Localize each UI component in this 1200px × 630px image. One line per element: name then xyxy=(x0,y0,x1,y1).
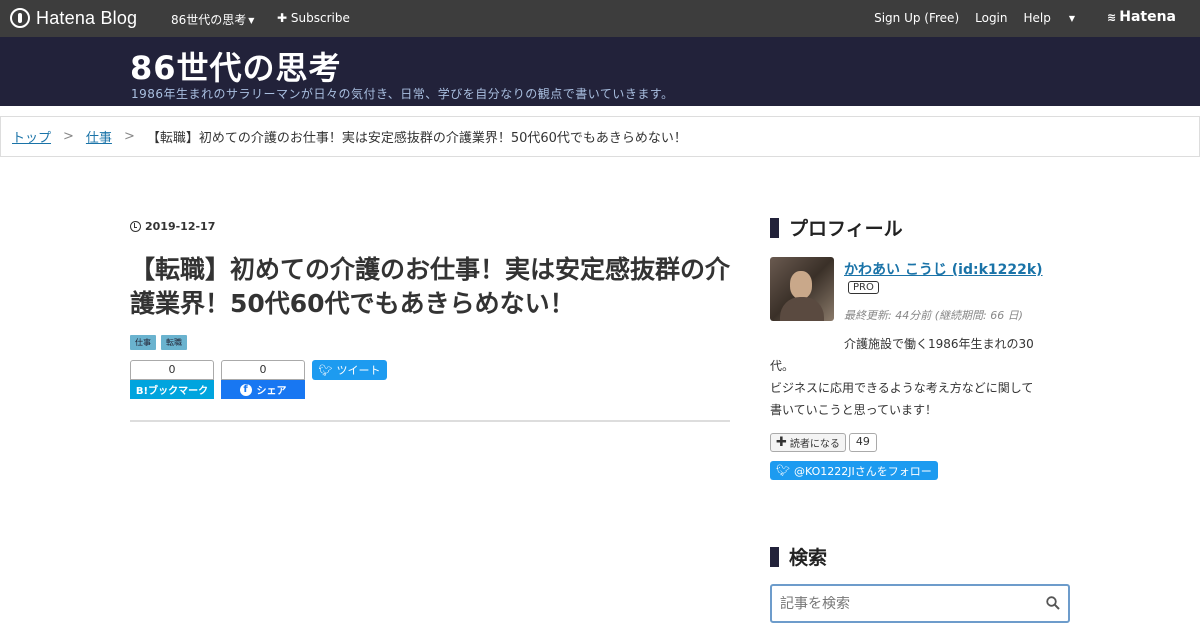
avatar-body xyxy=(780,297,824,321)
profile-name-link[interactable]: かわあい こうじ (id:k1222k) xyxy=(844,259,1043,279)
sidebar: プロフィール かわあい こうじ (id:k1222k) PRO 最終更新: 44… xyxy=(770,214,1070,623)
article: 2019-12-17 【転職】初めての介護のお仕事！実は安定感抜群の介護業界！5… xyxy=(130,220,730,399)
category-tag[interactable]: 転職 xyxy=(161,335,187,350)
share-buttons: 0 B!ブックマーク 0 f シェア 🐦︎ ツイート xyxy=(130,360,730,399)
hatena-blog-logo-icon xyxy=(10,8,30,28)
search-input[interactable] xyxy=(780,595,1040,612)
twitter-bird-icon: 🐦︎ xyxy=(318,363,333,377)
hatena-blog-logo[interactable]: Hatena Blog xyxy=(10,7,137,29)
hatena-bookmark-count: 0 xyxy=(130,360,214,380)
breadcrumb-separator: > xyxy=(123,129,135,144)
reader-subscribe-label: 読者になる xyxy=(789,439,840,450)
profile-meta: 最終更新: 44分前 (継続期間: 66 日) xyxy=(844,309,1023,322)
hatena-blog-logo-text: Hatena Blog xyxy=(36,7,138,28)
profile-desc-line: ビジネスに応用できるような考え方などに関して xyxy=(770,381,1034,395)
pro-badge: PRO xyxy=(848,281,879,294)
twitter-follow-label: @KO1222JIさんをフォロー xyxy=(793,464,932,478)
article-divider xyxy=(130,420,730,422)
subscribe-link[interactable]: ✚ Subscribe xyxy=(277,11,350,25)
hatena-logo-text: Hatena xyxy=(1119,9,1176,25)
login-link[interactable]: Login xyxy=(975,11,1007,25)
avatar-face xyxy=(790,271,812,299)
facebook-icon: f xyxy=(239,383,252,396)
plus-icon: ✚ xyxy=(277,11,288,25)
avatar[interactable] xyxy=(770,257,834,321)
profile-desc-line: 代。 xyxy=(770,359,795,373)
profile-desc-line: 書いていこうと思っています！ xyxy=(770,403,938,417)
facebook-share-count: 0 xyxy=(221,360,305,380)
blog-description: 1986年生まれのサラリーマンが日々の気付き、日常、学びを自分なりの観点で書いて… xyxy=(131,87,674,101)
help-dropdown[interactable]: Help ▼ xyxy=(1024,11,1092,25)
entry-date-text: 2019-12-17 xyxy=(145,220,216,233)
facebook-share-label: シェア xyxy=(256,386,287,397)
entry-date[interactable]: 2019-12-17 xyxy=(130,220,730,233)
breadcrumb: トップ > 仕事 > 【転職】初めての介護のお仕事！実は安定感抜群の介護業界！5… xyxy=(0,116,1200,157)
blog-menu-label: 86世代の思考 xyxy=(171,13,247,27)
hatena-global-bar: Hatena Blog 86世代の思考 ▼ ✚ Subscribe Sign Up… xyxy=(0,0,1200,37)
profile-card: かわあい こうじ (id:k1222k) PRO 最終更新: 44分前 (継続期… xyxy=(770,257,1070,322)
entry-categories: 仕事 転職 xyxy=(130,335,730,350)
twitter-bird-icon: 🐦︎ xyxy=(776,464,790,477)
caret-down-icon: ▼ xyxy=(248,16,255,25)
category-tag[interactable]: 仕事 xyxy=(130,335,156,350)
search-heading: 検索 xyxy=(770,543,1070,570)
search-icon[interactable] xyxy=(1046,596,1060,610)
breadcrumb-link-top[interactable]: トップ xyxy=(12,127,51,146)
breadcrumb-separator: > xyxy=(63,129,74,144)
twitter-tweet-button[interactable]: 🐦︎ ツイート xyxy=(312,360,387,380)
facebook-share[interactable]: 0 f シェア xyxy=(221,360,305,399)
hatena-bookmark-button[interactable]: B!ブックマーク xyxy=(130,380,214,399)
clock-icon xyxy=(130,221,141,232)
breadcrumb-current: 【転職】初めての介護のお仕事！実は安定感抜群の介護業界！50代60代でもあきらめ… xyxy=(146,131,687,146)
twitter-tweet-label: ツイート xyxy=(336,364,381,377)
hatena-logo-icon: ≋ xyxy=(1107,10,1117,24)
twitter-follow-button[interactable]: 🐦︎ @KO1222JIさんをフォロー xyxy=(770,461,938,480)
profile-heading: プロフィール xyxy=(770,214,1070,241)
blog-menu-dropdown[interactable]: 86世代の思考 ▼ xyxy=(171,11,254,28)
global-bar-right-menu: Sign Up (Free) Login Help ▼ ≋ Hatena xyxy=(874,9,1200,25)
reader-count[interactable]: 49 xyxy=(848,433,877,452)
reader-subscribe-button[interactable]: ✚ 読者になる xyxy=(770,433,846,452)
blog-header: 86世代の思考 1986年生まれのサラリーマンが日々の気付き、日常、学びを自分な… xyxy=(0,37,1200,106)
plus-icon: ✚ xyxy=(776,435,787,450)
search-box xyxy=(770,584,1070,623)
help-label: Help xyxy=(1023,11,1051,25)
blog-title[interactable]: 86世代の思考 xyxy=(130,43,342,89)
caret-down-icon: ▼ xyxy=(1068,14,1076,23)
hatena-logo[interactable]: ≋ Hatena xyxy=(1107,9,1192,25)
subscribe-label: Subscribe xyxy=(290,11,350,25)
signup-link[interactable]: Sign Up (Free) xyxy=(874,11,959,25)
entry-title[interactable]: 【転職】初めての介護のお仕事！実は安定感抜群の介護業界！50代60代でもあきらめ… xyxy=(130,253,730,321)
profile-desc-line: 介護施設で働く1986年生まれの30 xyxy=(844,337,1034,351)
hatena-bookmark-share[interactable]: 0 B!ブックマーク xyxy=(130,360,214,399)
facebook-share-button[interactable]: f シェア xyxy=(221,380,305,399)
profile-description: 介護施設で働く1986年生まれの30 代。 ビジネスに応用できるような考え方など… xyxy=(770,333,1070,421)
breadcrumb-link-category[interactable]: 仕事 xyxy=(86,127,112,146)
reader-subscribe-row: ✚ 読者になる 49 xyxy=(770,433,1070,452)
